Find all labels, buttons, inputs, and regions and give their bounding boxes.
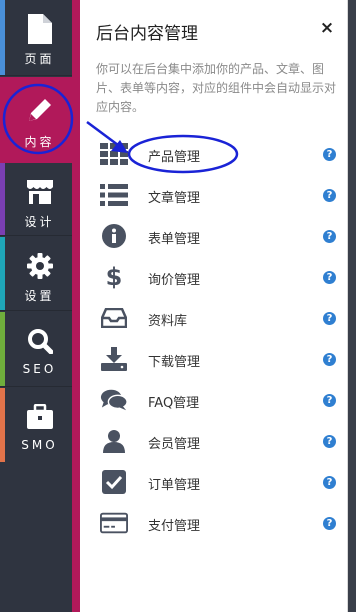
sidebar-item-label: 页面	[24, 52, 55, 66]
close-button[interactable]: ×	[319, 20, 335, 37]
sidebar-item-label: SEO	[22, 362, 57, 376]
divider	[0, 235, 79, 236]
sidebar-item-settings[interactable]: 设置	[0, 237, 79, 311]
help-icon[interactable]: ?	[323, 189, 336, 202]
store-icon	[0, 175, 79, 209]
help-icon[interactable]: ?	[323, 230, 336, 243]
sidebar-item-label: 内容	[24, 135, 55, 149]
inbox-icon	[100, 305, 128, 331]
sidebar-item-label: 设计	[24, 215, 55, 229]
help-icon[interactable]: ?	[323, 271, 336, 284]
download-icon	[100, 346, 128, 372]
left-sidebar: 页面 内容 设计 设置 SEO SMO	[0, 0, 79, 612]
sidebar-item-smo[interactable]: SMO	[0, 388, 79, 462]
comments-icon	[100, 387, 128, 413]
menu-item-orders[interactable]: 订单管理 ?	[80, 462, 348, 503]
menu-item-library[interactable]: 资料库 ?	[80, 298, 348, 339]
menu-item-faq[interactable]: FAQ管理 ?	[80, 380, 348, 421]
user-icon	[100, 428, 128, 454]
help-icon[interactable]: ?	[323, 476, 336, 489]
menu-item-products[interactable]: 产品管理 ?	[80, 134, 348, 175]
menu-item-downloads[interactable]: 下载管理 ?	[80, 339, 348, 380]
menu-item-label: 询价管理	[148, 273, 201, 288]
menu-item-inquiry[interactable]: $ 询价管理 ?	[80, 257, 348, 298]
sidebar-item-label: SMO	[21, 438, 58, 452]
menu-item-label: 产品管理	[148, 150, 201, 165]
panel-description: 你可以在后台集中添加你的产品、文章、图片、表单等内容，对应的组件中会自动显示对应…	[96, 62, 337, 114]
help-icon[interactable]: ?	[323, 435, 336, 448]
menu-item-label: FAQ管理	[148, 396, 200, 411]
help-icon[interactable]: ?	[323, 312, 336, 325]
menu-item-label: 文章管理	[148, 191, 201, 206]
page-icon	[0, 12, 79, 46]
menu-item-label: 下载管理	[148, 355, 201, 370]
sidebar-item-design[interactable]: 设计	[0, 163, 79, 236]
background-edge	[349, 0, 356, 612]
credit-card-icon	[100, 510, 128, 536]
menu-item-forms[interactable]: 表单管理 ?	[80, 216, 348, 257]
briefcase-icon	[0, 400, 79, 434]
help-icon[interactable]: ?	[323, 353, 336, 366]
menu-item-label: 支付管理	[148, 519, 201, 534]
menu-item-label: 表单管理	[148, 232, 201, 247]
menu-item-articles[interactable]: 文章管理 ?	[80, 175, 348, 216]
divider	[0, 386, 79, 387]
gear-icon	[0, 249, 79, 283]
sidebar-item-page[interactable]: 页面	[0, 0, 79, 76]
menu-item-label: 资料库	[148, 314, 188, 329]
svg-text:$: $	[106, 264, 123, 290]
menu-item-label: 订单管理	[148, 478, 201, 493]
menu-item-payments[interactable]: 支付管理 ?	[80, 503, 348, 544]
info-icon	[100, 223, 128, 249]
menu-item-label: 会员管理	[148, 437, 201, 452]
help-icon[interactable]: ?	[323, 394, 336, 407]
content-management-panel: 后台内容管理 × 你可以在后台集中添加你的产品、文章、图片、表单等内容，对应的组…	[80, 0, 348, 612]
panel-title: 后台内容管理	[96, 24, 198, 44]
divider	[0, 310, 79, 311]
search-icon	[0, 324, 79, 358]
pencil-icon	[0, 93, 79, 127]
dollar-icon: $	[100, 264, 128, 290]
sidebar-item-content[interactable]: 内容	[0, 77, 79, 163]
list-icon	[100, 182, 128, 208]
sidebar-item-label: 设置	[24, 289, 55, 303]
grid-icon	[100, 141, 128, 167]
checkbox-icon	[100, 469, 128, 495]
active-accent-bar	[72, 0, 80, 612]
divider	[0, 75, 79, 76]
content-menu: 产品管理 ? 文章管理 ? 表单管理 ? $ 询价管理 ? 资料库 ? 下载管理…	[80, 134, 348, 544]
sidebar-item-seo[interactable]: SEO	[0, 312, 79, 387]
help-icon[interactable]: ?	[323, 148, 336, 161]
help-icon[interactable]: ?	[323, 517, 336, 530]
menu-item-members[interactable]: 会员管理 ?	[80, 421, 348, 462]
